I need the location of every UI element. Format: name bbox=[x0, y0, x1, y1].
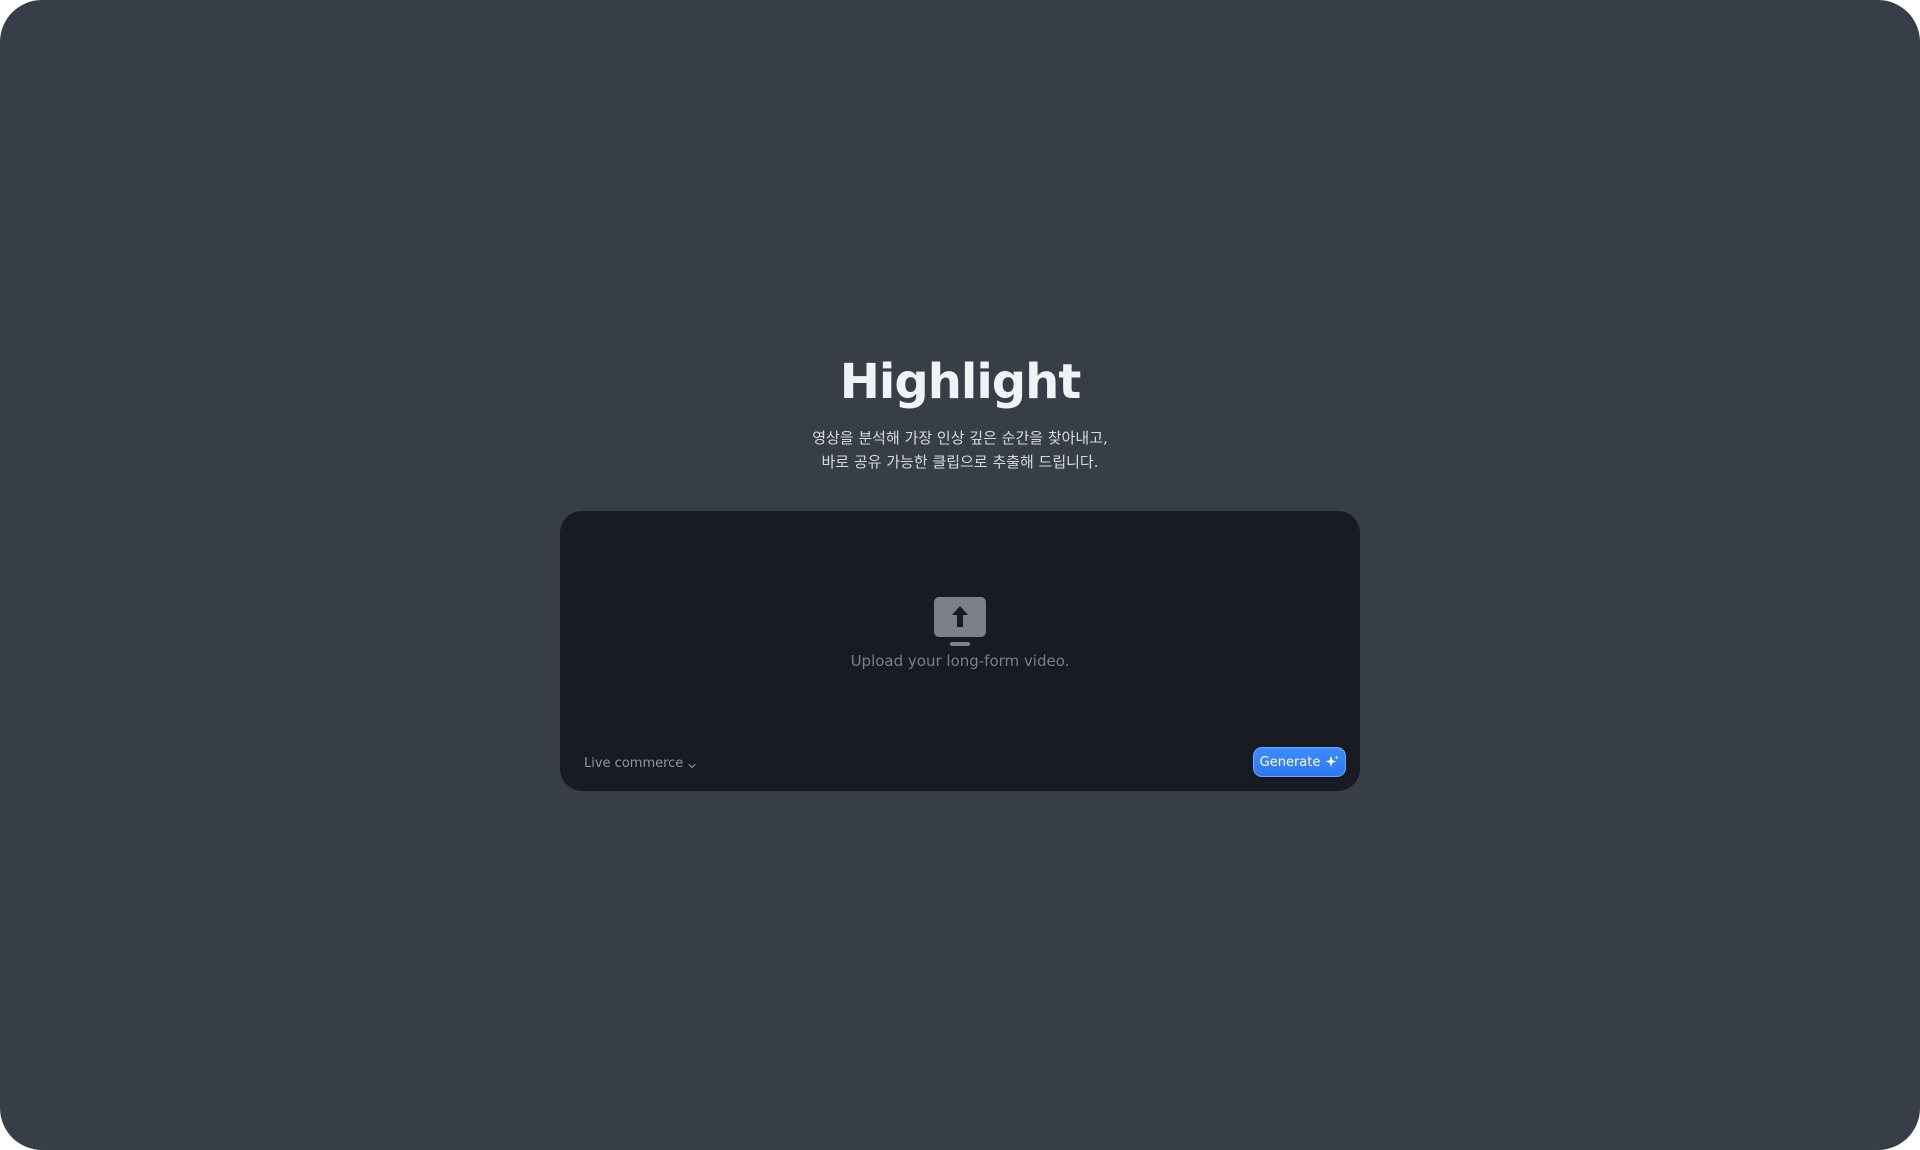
subtitle-line-1: 영상을 분석해 가장 인상 깊은 순간을 찾아내고, bbox=[812, 429, 1108, 447]
upload-card: Upload your long-form video. Live commer… bbox=[560, 511, 1360, 791]
upload-icon bbox=[934, 597, 986, 647]
generate-button[interactable]: Generate bbox=[1253, 747, 1346, 777]
generate-button-label: Generate bbox=[1259, 754, 1321, 770]
page-title: Highlight bbox=[839, 354, 1082, 410]
page-subtitle: 영상을 분석해 가장 인상 깊은 순간을 찾아내고, 바로 공유 가능한 클립으… bbox=[0, 426, 1920, 474]
content-type-selected: Live commerce bbox=[584, 755, 684, 771]
content-type-dropdown[interactable]: Live commerce bbox=[584, 753, 696, 773]
app-window: Highlight 영상을 분석해 가장 인상 깊은 순간을 찾아내고, 바로 … bbox=[0, 0, 1920, 1150]
chevron-down-icon bbox=[688, 759, 696, 769]
hero-section: Highlight 영상을 분석해 가장 인상 깊은 순간을 찾아내고, 바로 … bbox=[0, 352, 1920, 474]
subtitle-line-2: 바로 공유 가능한 클립으로 추출해 드립니다. bbox=[821, 453, 1099, 471]
video-upload-dropzone[interactable]: Upload your long-form video. bbox=[560, 511, 1360, 711]
sparkle-icon bbox=[1325, 755, 1339, 769]
upload-prompt: Upload your long-form video. bbox=[850, 652, 1070, 670]
